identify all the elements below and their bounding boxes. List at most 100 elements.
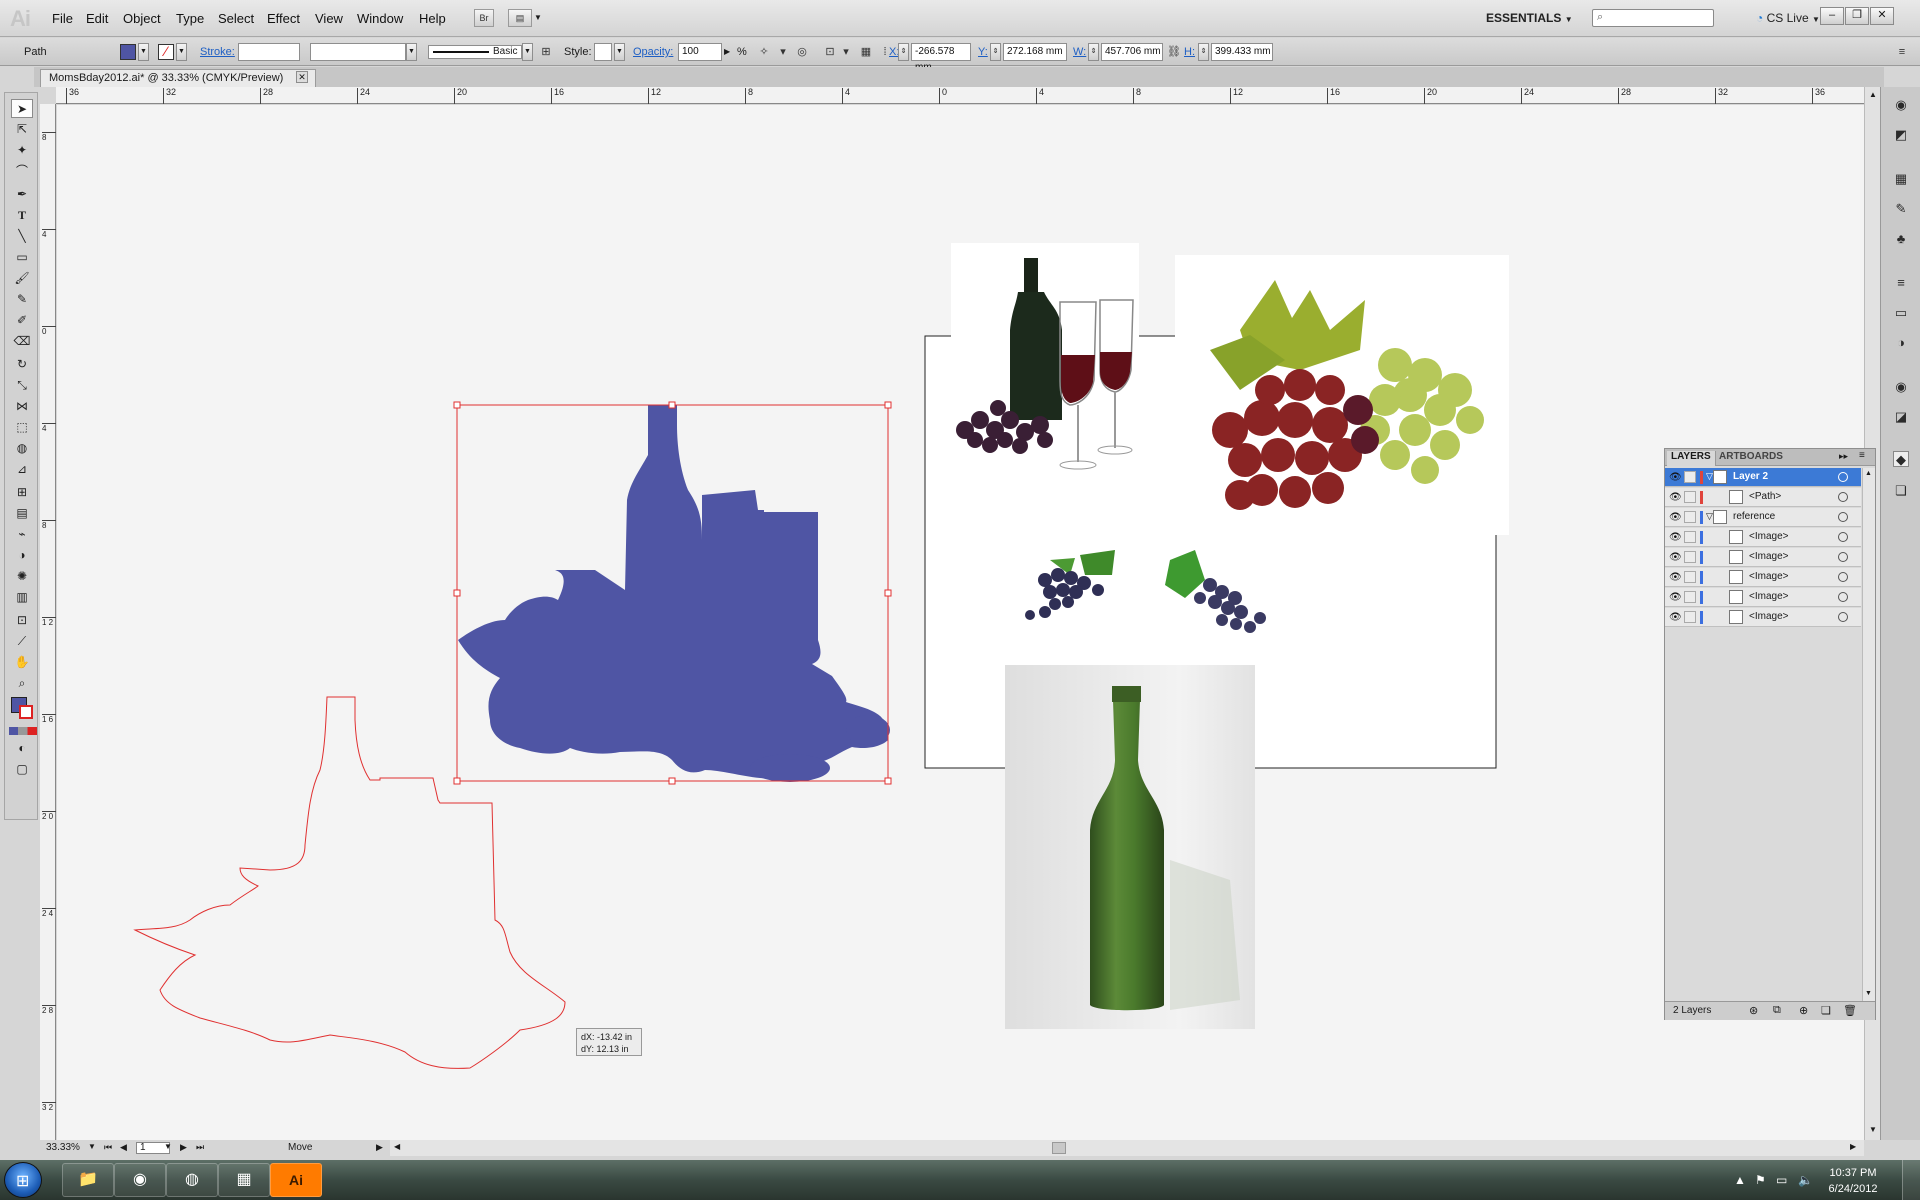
scroll-right-icon[interactable]: ▶ [1850,1142,1856,1151]
dark-grapes-image-2[interactable] [1155,545,1289,641]
scroll-down-icon[interactable]: ▼ [1869,1125,1877,1134]
layer-row[interactable]: 👁 ▽ Layer 2 [1665,468,1861,487]
lock-toggle[interactable] [1684,471,1696,483]
scroll-left-icon[interactable]: ◀ [394,1142,400,1151]
menu-view[interactable]: View [315,11,343,26]
pencil-tool-icon[interactable]: ✎ [11,290,33,309]
layer-row[interactable]: 👁 ▽ reference [1665,508,1861,527]
layer-row[interactable]: 👁 <Image> [1665,528,1861,547]
stroke-panel-icon[interactable]: ≡ [1893,275,1909,291]
w-stepper[interactable]: ⇕ [1088,43,1099,61]
minimize-button[interactable]: – [1820,7,1844,25]
artboards-panel-icon[interactable]: ❏ [1893,483,1909,499]
column-graph-tool-icon[interactable]: ▥ [11,588,33,607]
magic-wand-tool-icon[interactable]: ✦ [11,141,33,160]
zoom-level[interactable]: 33.33% [46,1142,80,1153]
taskbar-firefox-button[interactable]: ◍ [166,1163,218,1197]
visibility-eye-icon[interactable]: 👁 [1669,492,1682,503]
horizontal-scroll-thumb[interactable] [1052,1142,1066,1154]
type-tool-icon[interactable]: T [11,206,33,225]
draw-mode-icon[interactable]: ◐ [11,739,33,758]
start-button[interactable]: ⊞ [4,1162,42,1198]
hand-tool-icon[interactable]: ✋ [11,653,33,672]
help-search-input[interactable]: ⌕ [1592,9,1714,27]
blob-brush-tool-icon[interactable]: ✐ [11,311,33,330]
visibility-eye-icon[interactable]: 👁 [1669,572,1682,583]
layer-name[interactable]: <Path> [1749,491,1781,502]
target-circle-icon[interactable] [1838,572,1848,582]
new-sublayer-icon[interactable]: ⊕ [1799,1004,1808,1017]
show-hidden-icons-icon[interactable]: ▲ [1734,1173,1746,1187]
target-circle-icon[interactable] [1838,512,1848,522]
vertical-ruler[interactable]: 8 4 0 4 8 1 2 1 6 2 0 2 4 2 8 3 2 [40,104,56,1140]
menu-help[interactable]: Help [419,11,446,26]
status-menu-icon[interactable]: ▶ [376,1142,383,1153]
gradient-panel-icon[interactable]: ▭ [1893,305,1909,321]
artboard-tool-icon[interactable]: ⊡ [11,611,33,630]
y-label[interactable]: Y: [978,46,988,58]
last-artboard-icon[interactable]: ⏭ [196,1142,204,1153]
eyedropper-tool-icon[interactable]: ⌁ [11,525,33,544]
previous-artboard-icon[interactable]: ◀ [120,1142,127,1153]
chevron-down-icon[interactable]: ▼ [534,13,542,22]
recolor-artwork-icon[interactable]: ✧ [756,44,772,60]
document-tab[interactable]: MomsBday2012.ai* @ 33.33% (CMYK/Preview) [40,69,316,87]
bridge-button[interactable]: Br [474,9,494,27]
w-label[interactable]: W: [1073,46,1086,58]
rotate-tool-icon[interactable]: ↻ [11,355,33,374]
layer-row[interactable]: 👁 <Path> [1665,488,1861,507]
visibility-eye-icon[interactable]: 👁 [1669,532,1682,543]
perspective-grid-tool-icon[interactable]: ⊿ [11,460,33,479]
variable-width-dropdown[interactable]: ▼ [406,43,417,61]
layers-scrollbar[interactable]: ▲ ▼ [1862,468,1875,1001]
panel-menu-icon[interactable]: ≡ [1894,44,1910,60]
system-clock[interactable]: 10:37 PM 6/24/2012 [1820,1165,1886,1197]
target-circle-icon[interactable] [1838,492,1848,502]
stroke-weight-field[interactable] [238,43,300,61]
tab-layers[interactable]: LAYERS [1667,451,1716,466]
lasso-tool-icon[interactable]: ⌒ [11,162,33,181]
symbol-sprayer-tool-icon[interactable]: ✺ [11,567,33,586]
artboard-canvas[interactable]: dX: -13.42 in dY: 12.13 in [57,105,1864,1140]
target-circle-icon[interactable] [1838,532,1848,542]
red-green-grapes-image[interactable] [1175,255,1509,535]
collapse-panel-icon[interactable]: ▸▸ [1839,451,1848,462]
color-mode-buttons[interactable] [9,727,37,735]
layer-row[interactable]: 👁 <Image> [1665,588,1861,607]
locate-object-icon[interactable]: ⊛ [1749,1004,1758,1017]
x-stepper[interactable]: ⇕ [898,43,909,61]
menu-type[interactable]: Type [176,11,204,26]
green-bottle-image[interactable] [1005,665,1255,1029]
fill-color-swatch[interactable] [120,44,136,60]
color-guide-icon[interactable]: ◩ [1893,127,1909,143]
brush-definition[interactable]: Basic [428,45,522,59]
disclosure-triangle-icon[interactable]: ▽ [1706,471,1713,482]
chevron-down-icon[interactable]: ▾ [775,44,791,60]
target-circle-icon[interactable] [1838,592,1848,602]
menu-select[interactable]: Select [218,11,254,26]
symbols-panel-icon[interactable]: ♣ [1893,231,1909,247]
target-circle-icon[interactable] [1838,552,1848,562]
lock-toggle[interactable] [1684,571,1696,583]
taskbar-illustrator-button[interactable]: Ai [270,1163,322,1197]
slice-tool-icon[interactable]: ⟋ [11,632,33,651]
width-tool-icon[interactable]: ⋈ [11,397,33,416]
layer-row[interactable]: 👁 <Image> [1665,608,1861,627]
target-circle-icon[interactable] [1838,472,1848,482]
paintbrush-tool-icon[interactable]: 🖌 [11,269,33,288]
graphic-styles-panel-icon[interactable]: ◪ [1893,409,1909,425]
isolate-icon[interactable]: ◎ [794,44,810,60]
lock-toggle[interactable] [1684,551,1696,563]
disclosure-triangle-icon[interactable]: ▽ [1706,511,1713,522]
layer-name[interactable]: <Image> [1749,531,1788,542]
brushes-panel-icon[interactable]: ✎ [1893,201,1909,217]
fill-dropdown[interactable]: ▼ [138,43,149,61]
graphic-styles-icon[interactable]: ⊞ [538,44,554,60]
menu-file[interactable]: File [52,11,73,26]
opacity-label[interactable]: Opacity: [633,46,673,58]
constrain-proportions-icon[interactable]: ⛓ [1166,44,1182,60]
panel-options-icon[interactable]: ≡ [1859,450,1865,461]
visibility-eye-icon[interactable]: 👁 [1669,472,1682,483]
wine-glasses-image[interactable] [951,243,1139,475]
visibility-eye-icon[interactable]: 👁 [1669,612,1682,623]
